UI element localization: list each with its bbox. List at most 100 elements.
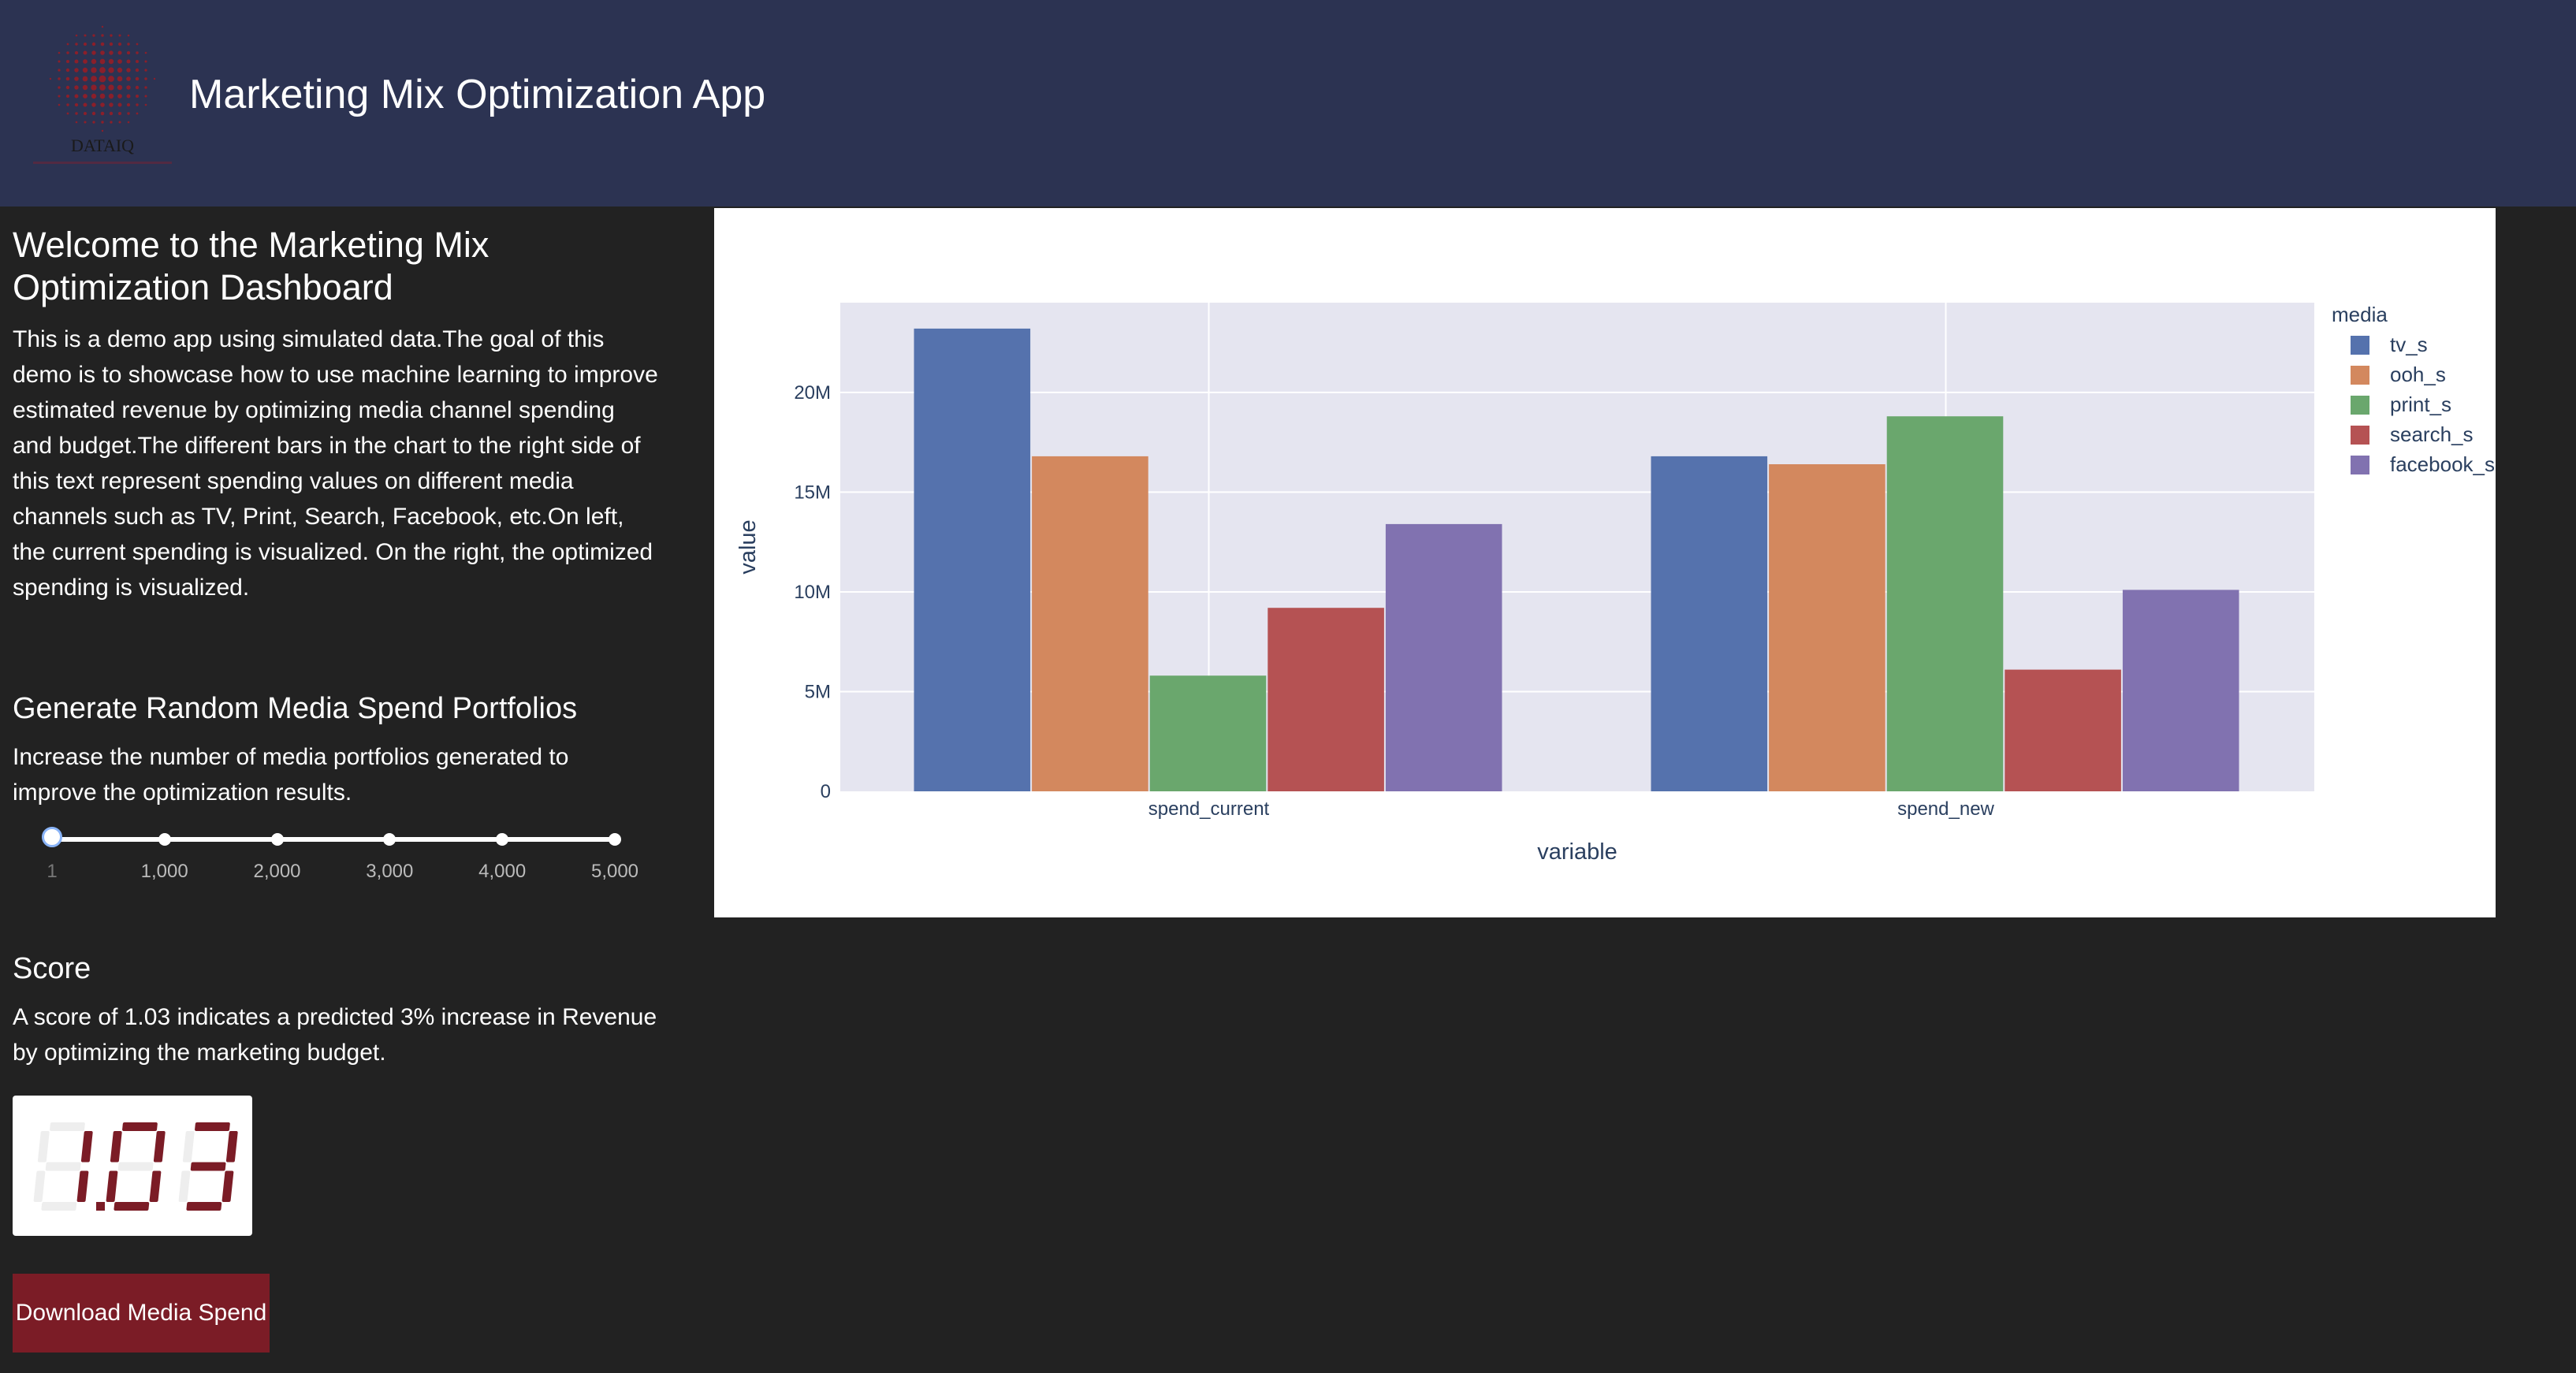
logo-dot [144, 51, 147, 54]
generate-portfolios-title: Generate Random Media Spend Portfolios [13, 692, 578, 725]
logo-dot [144, 86, 147, 89]
x-tick-label: spend_new [1897, 798, 1994, 820]
logo-dot [135, 85, 140, 90]
logo-dot [74, 59, 79, 64]
logo-dot [144, 69, 147, 72]
logo-dot [153, 77, 156, 80]
logo-dot [100, 111, 105, 116]
logo-dot [101, 129, 104, 132]
slider-mark-label: 2,000 [253, 861, 301, 882]
x-axis-title: variable [1537, 839, 1617, 865]
logo-dot [91, 76, 97, 82]
bar-facebook_s-spend_new[interactable] [2122, 590, 2239, 791]
dataiq-logo: DATAIQ [32, 24, 173, 173]
logo-dot [101, 34, 104, 37]
bar-ooh_s-spend_current[interactable] [1032, 456, 1148, 791]
legend-swatch[interactable] [2351, 336, 2369, 355]
logo-dot [58, 77, 61, 80]
logo-dot [117, 59, 122, 64]
legend-item-label[interactable]: facebook_s [2390, 452, 2495, 476]
logo-dot [100, 102, 105, 107]
slider-mark-dot[interactable] [270, 833, 284, 846]
slider-mark-dot[interactable] [609, 833, 621, 846]
logo-dot [58, 69, 61, 72]
score-segment [225, 1131, 238, 1163]
logo-text: DATAIQ [71, 136, 134, 155]
bar-ooh_s-spend_new[interactable] [1769, 464, 1885, 791]
logo-dot [74, 85, 79, 90]
logo-dot [108, 58, 114, 65]
legend-swatch[interactable] [2351, 396, 2369, 415]
y-axis-title: value [735, 519, 761, 574]
legend-item-label[interactable]: print_s [2390, 393, 2451, 416]
legend-swatch[interactable] [2351, 366, 2369, 385]
logo-dot [135, 68, 140, 73]
download-media-spend-button[interactable]: Download Media Spend [13, 1274, 270, 1353]
logo-dot [58, 95, 61, 98]
score-segment [117, 1162, 154, 1171]
score-segment [122, 1122, 158, 1131]
logo-dot [82, 67, 88, 73]
legend-item-label[interactable]: ooh_s [2390, 363, 2446, 386]
bar-tv_s-spend_new[interactable] [1651, 456, 1768, 791]
bar-chart-svg: 0 5M 10M 15M 20M spend_current spend_newvariab… [735, 303, 2495, 865]
logo-dot [66, 103, 69, 106]
logo-dot [136, 103, 139, 106]
logo-dot [74, 68, 79, 73]
bar-search_s-spend_current[interactable] [1268, 608, 1384, 791]
slider-mark-dot[interactable] [496, 833, 509, 846]
legend-item-label[interactable]: search_s [2390, 422, 2474, 446]
bar-search_s-spend_new[interactable] [2005, 669, 2121, 791]
slider-handle[interactable] [42, 827, 62, 847]
logo-dot [126, 102, 131, 107]
score-segment [178, 1170, 191, 1202]
score-decimal-point [96, 1202, 105, 1211]
score-segment [76, 1170, 89, 1202]
bar-facebook_s-spend_current[interactable] [1385, 523, 1502, 791]
legend-item-label[interactable]: tv_s [2390, 333, 2428, 356]
slider-mark-dot[interactable] [383, 833, 396, 846]
bar-print_s-spend_current[interactable] [1149, 675, 1267, 791]
y-tick-label: 10M [794, 582, 831, 603]
legend-swatch[interactable] [2351, 456, 2369, 474]
logo-dot [108, 84, 114, 91]
logo-dot [117, 76, 123, 82]
score-segment [186, 1202, 222, 1211]
logo-dot [117, 67, 123, 73]
logo-dot [127, 112, 130, 115]
bar-tv_s-spend_current[interactable] [914, 328, 1031, 791]
logo-dot [127, 121, 130, 124]
slider-mark-label: 1,000 [140, 861, 188, 882]
app-header: DATAIQ Marketing Mix Optimization App [0, 0, 2576, 207]
logo-dot [65, 59, 70, 64]
score-segment [33, 1170, 46, 1202]
logo-dot [99, 84, 106, 91]
logo-dot [135, 94, 140, 99]
slider-track[interactable] [52, 837, 615, 842]
slider-mark-dot[interactable] [158, 833, 171, 846]
slider-mark-label: 3,000 [366, 861, 414, 882]
logo-dot [117, 94, 122, 99]
bar-print_s-spend_new[interactable] [1886, 416, 2004, 791]
portfolio-count-slider[interactable]: 1 1,000 2,000 3,000 4,000 5,000 [42, 827, 638, 900]
logo-dot [99, 67, 106, 73]
logo-dot [74, 76, 79, 81]
logo-dot [108, 93, 114, 99]
logo-dot [118, 34, 121, 37]
logo-dot [144, 103, 147, 106]
logo-dot [91, 50, 96, 55]
logo-dot [58, 86, 61, 89]
logo-dot [83, 111, 87, 116]
logo-dot [136, 112, 139, 115]
logo-dot [118, 121, 121, 124]
legend-swatch[interactable] [2351, 426, 2369, 445]
logo-dot [83, 50, 87, 55]
logo-dot [75, 121, 78, 124]
y-tick-label: 15M [794, 482, 831, 503]
score-segment [221, 1170, 234, 1202]
logo-dot [126, 85, 131, 90]
logo-dot [75, 112, 78, 115]
logo-dot [74, 102, 79, 107]
logo-dot [65, 85, 70, 90]
logo-dot [91, 102, 96, 107]
